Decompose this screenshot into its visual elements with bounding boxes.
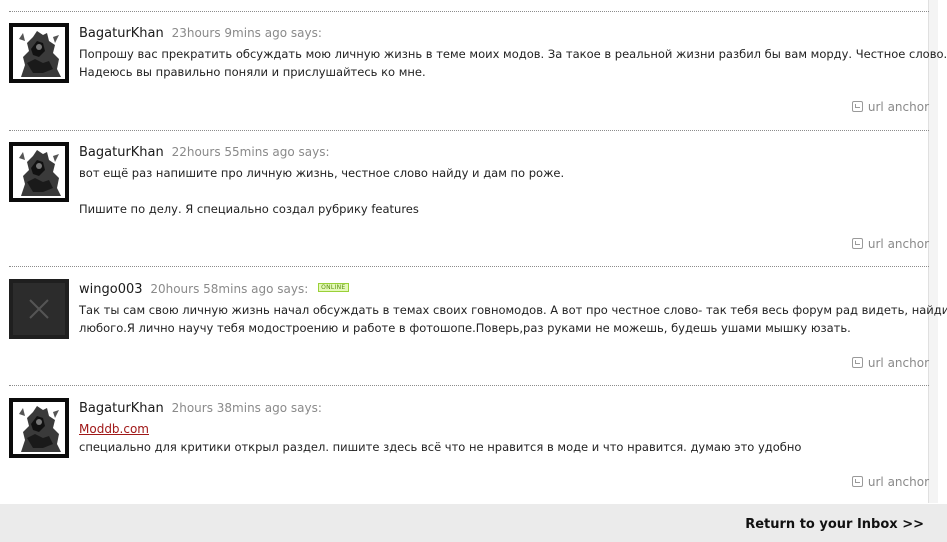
return-to-inbox-link[interactable]: Return to your Inbox >> — [745, 517, 924, 532]
comment-author[interactable]: BagaturKhan — [79, 401, 164, 416]
warrior-avatar-icon — [13, 27, 65, 79]
url-anchor-label: url anchor — [867, 356, 929, 370]
warrior-avatar-icon — [13, 402, 65, 454]
comment-body: вот ещё раз напишите про личную жизнь, ч… — [79, 164, 929, 218]
url-anchor-link[interactable]: url anchor — [851, 100, 929, 114]
comment-time: 2hours 38mins ago — [171, 401, 288, 415]
comment-line: Так ты сам свою личную жизнь начал обсуж… — [79, 303, 947, 317]
comment-meta: BagaturKhan 23hours 9mins ago says: — [79, 26, 322, 41]
url-anchor-link[interactable]: url anchor — [851, 356, 929, 370]
comment-body: Так ты сам свою личную жизнь начал обсуж… — [79, 301, 947, 337]
comment-body: Попрошу вас прекратить обсуждать мою лич… — [79, 45, 947, 81]
url-anchor-label: url anchor — [867, 237, 929, 251]
comment-says: says: — [298, 145, 330, 159]
moddb-link[interactable]: Moddb.com — [79, 420, 929, 438]
comment-time: 22hours 55mins ago — [171, 145, 295, 159]
comment-body: Moddb.com специально для критики открыл … — [79, 420, 929, 456]
comment-thread: BagaturKhan 23hours 9mins ago says: Попр… — [0, 0, 947, 503]
anchor-link-icon — [851, 238, 863, 249]
comment-author[interactable]: BagaturKhan — [79, 26, 164, 41]
divider — [9, 130, 929, 131]
comment-line: Попрошу вас прекратить обсуждать мою лич… — [79, 47, 947, 61]
url-anchor-link[interactable]: url anchor — [851, 475, 929, 489]
url-anchor-label: url anchor — [867, 100, 929, 114]
comment-says: says: — [290, 401, 322, 415]
user-avatar[interactable] — [9, 398, 69, 458]
scrollbar-track[interactable] — [928, 0, 938, 503]
user-avatar[interactable] — [9, 279, 69, 339]
anchor-link-icon — [851, 101, 863, 112]
comment-meta: BagaturKhan 2hours 38mins ago says: — [79, 401, 322, 416]
url-anchor-link[interactable]: url anchor — [851, 237, 929, 251]
url-anchor-label: url anchor — [867, 475, 929, 489]
comment-line: вот ещё раз напишите про личную жизнь, ч… — [79, 166, 565, 180]
comment-line: Надеюсь вы правильно поняли и прислушайт… — [79, 65, 426, 79]
comment-time: 20hours 58mins ago — [150, 282, 274, 296]
comment-says: says: — [290, 26, 322, 40]
comment-author[interactable]: wingo003 — [79, 282, 143, 297]
divider — [9, 266, 929, 267]
comment-line: Пишите по делу. Я специально создал рубр… — [79, 202, 419, 216]
comment-author[interactable]: BagaturKhan — [79, 145, 164, 160]
comment-time: 23hours 9mins ago — [171, 26, 288, 40]
comment-line: любого.Я лично научу тебя модостроению и… — [79, 321, 851, 335]
no-avatar-x-icon — [13, 283, 65, 335]
divider — [9, 385, 929, 386]
user-avatar[interactable] — [9, 142, 69, 202]
user-avatar[interactable] — [9, 23, 69, 83]
comment-says: says: — [277, 282, 309, 296]
divider — [9, 11, 929, 12]
anchor-link-icon — [851, 476, 863, 487]
anchor-link-icon — [851, 357, 863, 368]
comment-line: специально для критики открыл раздел. пи… — [79, 440, 802, 454]
comment-meta: BagaturKhan 22hours 55mins ago says: — [79, 145, 330, 160]
footer-bar: Return to your Inbox >> — [0, 504, 947, 542]
comment-meta: wingo003 20hours 58mins ago says: ONLINE — [79, 282, 349, 297]
online-status-badge: ONLINE — [318, 283, 349, 292]
warrior-avatar-icon — [13, 146, 65, 198]
